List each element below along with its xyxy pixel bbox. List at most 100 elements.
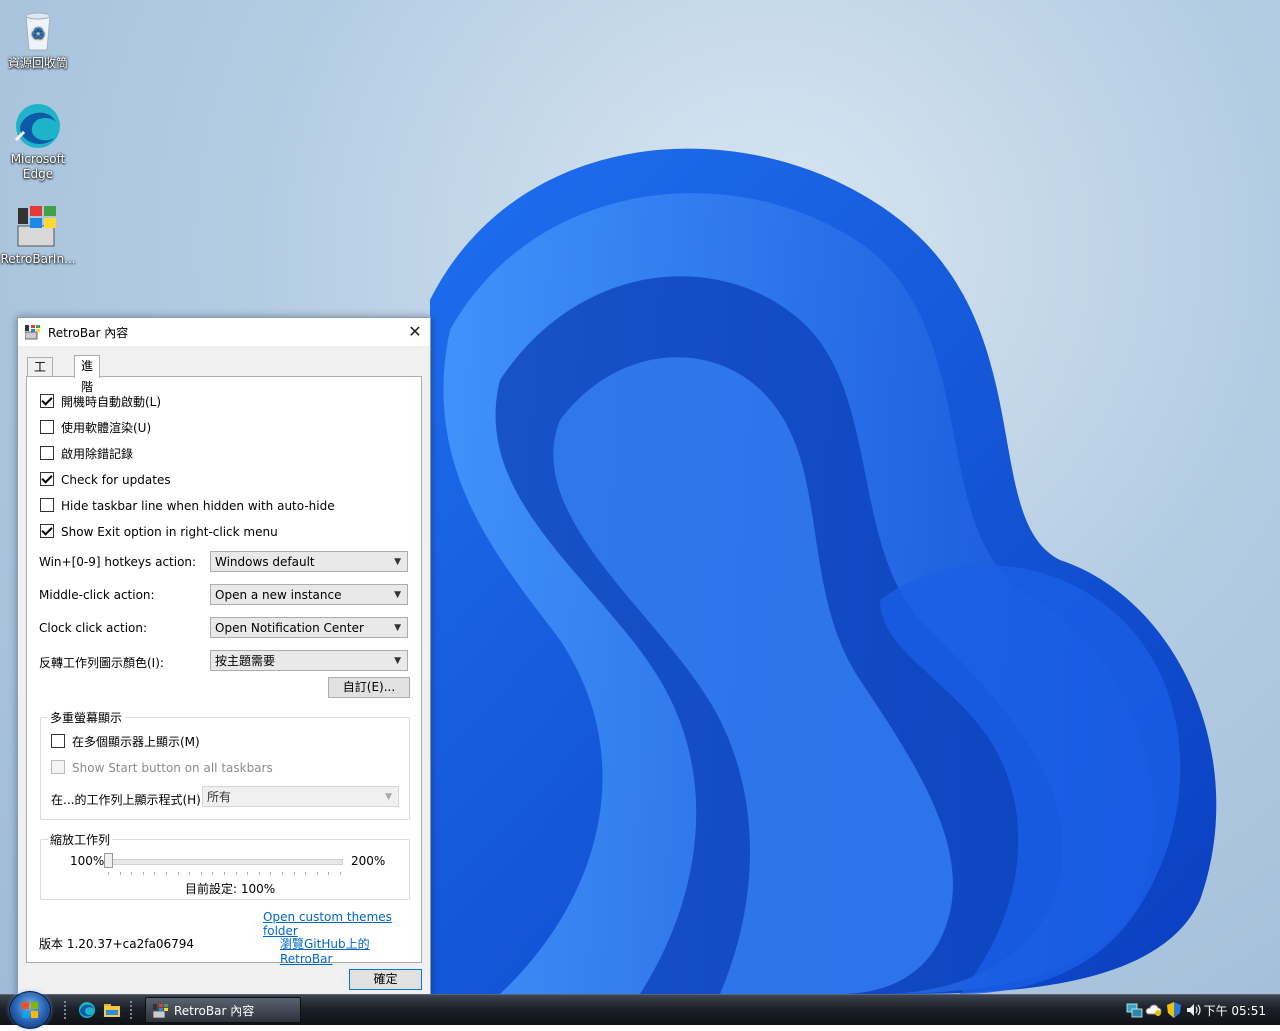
slider-tick (282, 872, 283, 875)
slider-tick (270, 872, 272, 875)
checkbox-box[interactable] (40, 472, 54, 486)
file-explorer-icon[interactable] (103, 1002, 121, 1018)
slider-tick (177, 872, 179, 875)
select-value: Windows default (215, 555, 315, 569)
checkbox-box[interactable] (40, 524, 54, 538)
dialog-titlebar[interactable]: RetroBar 內容 ✕ (18, 318, 430, 346)
group-title: 多重螢幕顯示 (48, 709, 125, 726)
slider-tick (108, 872, 109, 875)
slider-tick (119, 872, 121, 875)
slider-tick (258, 872, 260, 875)
taskbar-clock[interactable]: 下午 05:51 (1204, 1002, 1266, 1019)
checkbox-label: 在多個顯示器上顯示(M) (72, 735, 200, 749)
clock-click-action-select[interactable]: Open Notification Center ▼ (210, 617, 408, 638)
checkbox-box[interactable] (40, 420, 54, 434)
slider-tick (154, 872, 156, 875)
slider-tick (340, 872, 341, 875)
desktop-icon-edge[interactable]: Microsoft Edge (0, 102, 76, 182)
scale-min-label: 100% (70, 854, 105, 868)
chevron-down-icon: ▼ (394, 623, 401, 633)
security-shield-icon[interactable] (1165, 1001, 1183, 1019)
middle-click-action-select[interactable]: Open a new instance ▼ (210, 584, 408, 605)
customize-button[interactable]: 自訂(E)... (328, 677, 410, 698)
github-link[interactable]: 瀏覽GitHub上的RetroBar (280, 935, 421, 966)
slider-tick (305, 872, 307, 875)
scale-max-label: 200% (351, 854, 386, 868)
checkbox-show-exit-option[interactable]: Show Exit option in right-click menu (40, 523, 278, 541)
taskbar-grip[interactable] (130, 1001, 136, 1019)
recycle-bin-icon: ♻ (14, 6, 62, 54)
select-value: Open Notification Center (215, 621, 364, 635)
tab-advanced[interactable]: 進階 (74, 355, 101, 394)
edge-icon (14, 102, 62, 150)
checkbox-box (51, 760, 65, 774)
scale-slider-thumb[interactable] (104, 853, 113, 868)
chevron-down-icon: ▼ (385, 792, 392, 802)
slider-tick (224, 872, 225, 875)
tab-taskbar[interactable]: 工作列 (27, 357, 54, 412)
retrobar-app-icon (153, 1004, 168, 1019)
desktop-icon-label: RetroBarIn... (0, 252, 76, 266)
invert-icon-color-select[interactable]: 按主題需要 ▼ (210, 650, 408, 671)
checkbox-debug-logging[interactable]: 啟用除錯記錄 (40, 445, 133, 463)
taskbar: RetroBar 內容 下午 05:51 (0, 991, 1280, 1029)
slider-tick (235, 872, 237, 875)
close-button[interactable]: ✕ (400, 318, 430, 346)
group-title: 縮放工作列 (48, 831, 113, 848)
slider-tick (293, 872, 295, 875)
slider-tick (189, 872, 191, 875)
network-icon[interactable] (1125, 1001, 1143, 1019)
select-value: Open a new instance (215, 588, 342, 602)
retrobar-installer-icon (14, 202, 62, 250)
checkbox-box[interactable] (40, 446, 54, 460)
clock-click-action-label: Clock click action: (39, 621, 148, 635)
desktop-icon-label: 資源回收筒 (7, 56, 68, 70)
edge-icon[interactable] (78, 1001, 96, 1019)
slider-tick (200, 872, 202, 875)
checkbox-software-rendering[interactable]: 使用軟體渲染(U) (40, 419, 151, 437)
ok-button[interactable]: 確定 (349, 969, 422, 990)
taskbar-button-retrobar-properties[interactable]: RetroBar 內容 (145, 997, 301, 1023)
desktop-icon-recycle-bin[interactable]: ♻ 資源回收筒 (0, 6, 76, 71)
scale-current-label: 目前設定: 100% (185, 882, 276, 896)
desktop-icon-label: Microsoft Edge (10, 152, 66, 181)
svg-text:♻: ♻ (31, 24, 45, 43)
checkbox-auto-start[interactable]: 開機時自動啟動(L) (40, 393, 161, 411)
dialog-title: RetroBar 內容 (48, 326, 129, 340)
hotkeys-action-label: Win+[0-9] hotkeys action: (39, 555, 197, 569)
quick-launch-grip[interactable] (64, 1001, 70, 1019)
start-button[interactable] (9, 991, 51, 1029)
checkbox-show-multi-monitor[interactable]: 在多個顯示器上顯示(M) (51, 733, 200, 751)
taskbar-scale-group: 縮放工作列 100% 200% 目前設定: 100% (40, 831, 410, 900)
middle-click-action-label: Middle-click action: (39, 588, 155, 602)
checkbox-hide-taskbar-line[interactable]: Hide taskbar line when hidden with auto-… (40, 497, 335, 515)
slider-tick (316, 872, 318, 875)
invert-icon-color-label: 反轉工作列圖示顏色(I): (39, 656, 164, 670)
checkbox-box[interactable] (51, 734, 65, 748)
taskbar-button-label: RetroBar 內容 (174, 1004, 255, 1018)
select-value: 按主題需要 (215, 654, 276, 668)
hotkeys-action-select[interactable]: Windows default ▼ (210, 551, 408, 572)
checkbox-start-all-taskbars: Show Start button on all taskbars (51, 759, 273, 777)
chevron-down-icon: ▼ (394, 557, 401, 567)
checkbox-label: Hide taskbar line when hidden with auto-… (61, 499, 335, 513)
checkbox-label: 啟用除錯記錄 (61, 447, 134, 461)
slider-tick (247, 872, 249, 875)
retrobar-properties-dialog: RetroBar 內容 ✕ 工作列 進階 開機時自動啟動(L) 使用軟體渲染(U… (17, 317, 431, 996)
volume-icon[interactable] (1185, 1002, 1203, 1018)
slider-tick (166, 872, 167, 875)
checkbox-box[interactable] (40, 394, 54, 408)
slider-tick (212, 872, 214, 875)
desktop-icon-retrobar-installer[interactable]: RetroBarIn... (0, 202, 76, 267)
advanced-tab-panel: 開機時自動啟動(L) 使用軟體渲染(U) 啟用除錯記錄 Check for up… (26, 376, 422, 966)
cloud-sync-icon[interactable] (1145, 1002, 1163, 1018)
checkbox-check-updates[interactable]: Check for updates (40, 471, 171, 489)
checkbox-label: Check for updates (61, 473, 171, 487)
checkbox-label: Show Start button on all taskbars (72, 761, 273, 775)
scale-slider-track[interactable] (107, 859, 343, 865)
tab-label: 進階 (81, 359, 94, 394)
checkbox-label: Show Exit option in right-click menu (61, 525, 278, 539)
checkbox-label: 使用軟體渲染(U) (61, 421, 152, 435)
checkbox-box[interactable] (40, 498, 54, 512)
open-themes-folder-link[interactable]: Open custom themes folder (263, 910, 421, 938)
